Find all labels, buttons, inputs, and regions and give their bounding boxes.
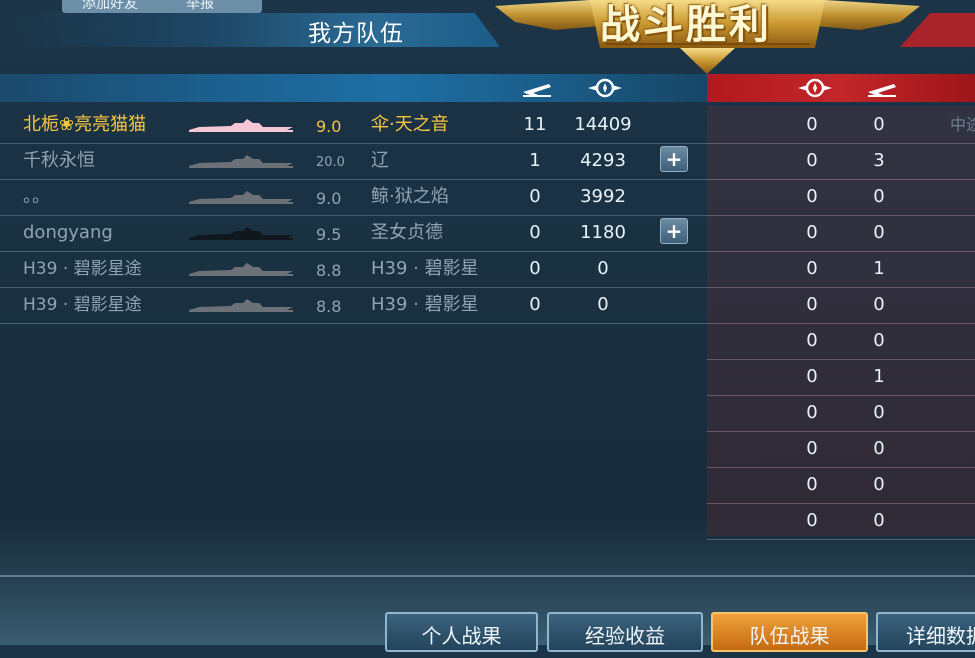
- enemy-medal-count: 0: [806, 330, 818, 351]
- add-friend-plus-button[interactable]: +: [660, 146, 688, 172]
- damage-count: 0: [597, 258, 609, 279]
- player-score: 8.8: [316, 297, 342, 316]
- tab-exp-earnings[interactable]: 经验收益: [547, 612, 703, 652]
- enemy-stats-panel: [707, 106, 975, 536]
- tab-team-result[interactable]: 队伍战果: [711, 612, 868, 652]
- enemy-plane-count: 0: [873, 510, 885, 531]
- row-divider: [707, 359, 975, 360]
- ship-silhouette-icon: [189, 263, 293, 276]
- row-divider: [707, 395, 975, 396]
- enemy-plane-count: 0: [873, 222, 885, 243]
- row-divider: [0, 251, 707, 252]
- enemy-plane-count: 0: [873, 330, 885, 351]
- ship-name: 鲸·狱之焰: [371, 186, 449, 207]
- kill-count: 11: [523, 114, 547, 135]
- enemy-plane-count: 0: [873, 438, 885, 459]
- enemy-medal-count: 0: [806, 186, 818, 207]
- enemy-medal-count: 0: [806, 150, 818, 171]
- enemy-medal-count: 0: [806, 222, 818, 243]
- damage-count: 14409: [574, 114, 632, 135]
- enemy-plane-count: 1: [873, 366, 885, 387]
- team-header-bar: [0, 13, 500, 47]
- tab-personal-result[interactable]: 个人战果: [385, 612, 538, 652]
- player-name: H39 · 碧影星途: [23, 295, 142, 315]
- damage-count: 4293: [580, 150, 626, 171]
- ship-silhouette-icon: [189, 155, 293, 168]
- row-divider: [707, 215, 975, 216]
- row-divider: [707, 251, 975, 252]
- ship-name: 辽: [371, 150, 389, 171]
- medal-icon: [798, 78, 832, 98]
- ship-name: H39 · 碧影星: [371, 294, 479, 315]
- player-score: 20.0: [316, 155, 345, 170]
- enemy-medal-count: 0: [806, 258, 818, 279]
- row-divider: [0, 287, 707, 288]
- row-divider: [707, 323, 975, 324]
- enemy-player-name: 中途: [950, 115, 975, 134]
- enemy-medal-count: 0: [806, 474, 818, 495]
- player-name: 。。: [23, 186, 50, 207]
- row-divider: [707, 539, 975, 540]
- medal-icon: [588, 78, 622, 98]
- enemy-medal-count: 0: [806, 114, 818, 135]
- enemy-plane-count: 0: [873, 294, 885, 315]
- enemy-medal-count: 0: [806, 294, 818, 315]
- report-button[interactable]: 举报: [186, 0, 214, 12]
- team-title: 我方队伍: [308, 21, 404, 47]
- kill-count: 1: [529, 150, 541, 171]
- enemy-plane-count: 0: [873, 114, 885, 135]
- kill-count: 0: [529, 294, 541, 315]
- damage-count: 3992: [580, 186, 626, 207]
- enemy-plane-count: 0: [873, 474, 885, 495]
- enemy-plane-count: 0: [873, 402, 885, 423]
- row-divider: [0, 323, 707, 324]
- ship-name: 伞·天之音: [371, 114, 449, 135]
- damage-count: 1180: [580, 222, 626, 243]
- ship-silhouette-icon: [189, 119, 293, 132]
- enemy-medal-count: 0: [806, 366, 818, 387]
- row-divider: [707, 503, 975, 504]
- ship-silhouette-icon: [189, 299, 293, 312]
- enemy-plane-count: 1: [873, 258, 885, 279]
- player-score: 9.0: [316, 189, 342, 208]
- ship-silhouette-icon: [189, 227, 293, 240]
- kill-count: 0: [529, 222, 541, 243]
- kill-count: 0: [529, 186, 541, 207]
- ship-name: H39 · 碧影星: [371, 258, 479, 279]
- player-score: 8.8: [316, 261, 342, 280]
- ship-name: 圣女贞德: [371, 222, 443, 243]
- player-score: 9.0: [316, 117, 342, 136]
- ship-silhouette-icon: [189, 191, 293, 204]
- enemy-medal-count: 0: [806, 438, 818, 459]
- plane-icon: [523, 84, 551, 97]
- player-name: 千秋永恒: [23, 150, 95, 171]
- row-divider: [0, 179, 707, 180]
- add-friend-plus-button[interactable]: +: [660, 218, 688, 244]
- row-divider: [0, 215, 707, 216]
- kill-count: 0: [529, 258, 541, 279]
- player-name: H39 · 碧影星途: [23, 259, 142, 279]
- row-divider: [707, 143, 975, 144]
- player-name: 北栀❀亮亮猫猫: [23, 114, 147, 135]
- row-divider: [0, 143, 707, 144]
- row-divider: [707, 431, 975, 432]
- damage-count: 0: [597, 294, 609, 315]
- player-name: dongyang: [23, 222, 113, 243]
- row-divider: [707, 287, 975, 288]
- player-score: 9.5: [316, 225, 342, 244]
- enemy-column-header: [707, 74, 975, 102]
- row-divider: [707, 179, 975, 180]
- row-divider: [707, 467, 975, 468]
- plane-icon: [868, 84, 896, 97]
- enemy-medal-count: 0: [806, 510, 818, 531]
- enemy-medal-count: 0: [806, 402, 818, 423]
- tab-detailed-data[interactable]: 详细数据: [876, 612, 975, 652]
- victory-title: 战斗胜利: [600, 2, 772, 48]
- divider: [0, 575, 975, 577]
- enemy-plane-count: 3: [873, 150, 885, 171]
- add-friend-button[interactable]: 添加好友: [82, 0, 138, 12]
- enemy-plane-count: 0: [873, 186, 885, 207]
